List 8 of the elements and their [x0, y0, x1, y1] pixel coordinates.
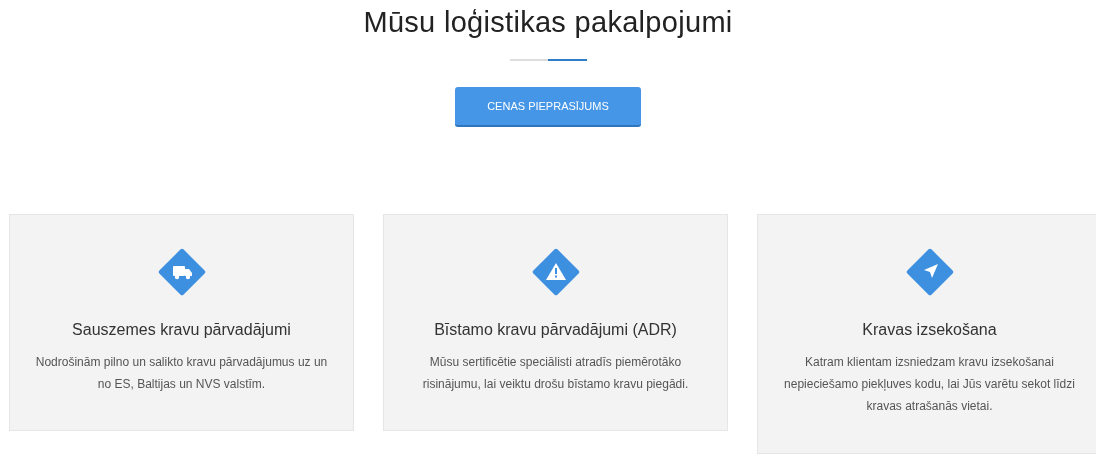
service-title: Sauszemes kravu pārvadājumi — [72, 321, 291, 339]
service-description: Katram klientam izsniedzam kravu izsekošanai nepieciešamo piekļuves kodu, lai Jūs varētu sekot līdzi kravas atrašanās vietai. — [783, 354, 1076, 415]
quote-request-button[interactable]: CENAS PIEPRASĪJUMS — [455, 87, 641, 127]
section-heading: Mūsu loģistikas pakalpojumi — [363, 6, 733, 39]
service-title: Kravas izsekošana — [862, 321, 997, 339]
service-description: Nodrošinām pilno un salikto kravu pārvadājumus uz un no ES, Baltijas un NVS valstīm. — [34, 354, 329, 393]
service-description: Mūsu sertificētie speciālisti atradīs piemērotāko risinājumu, lai veiktu drošu bīstamo kravu piegādi. — [421, 354, 690, 393]
service-title: Bīstamo kravu pārvadājumi (ADR) — [434, 321, 677, 339]
